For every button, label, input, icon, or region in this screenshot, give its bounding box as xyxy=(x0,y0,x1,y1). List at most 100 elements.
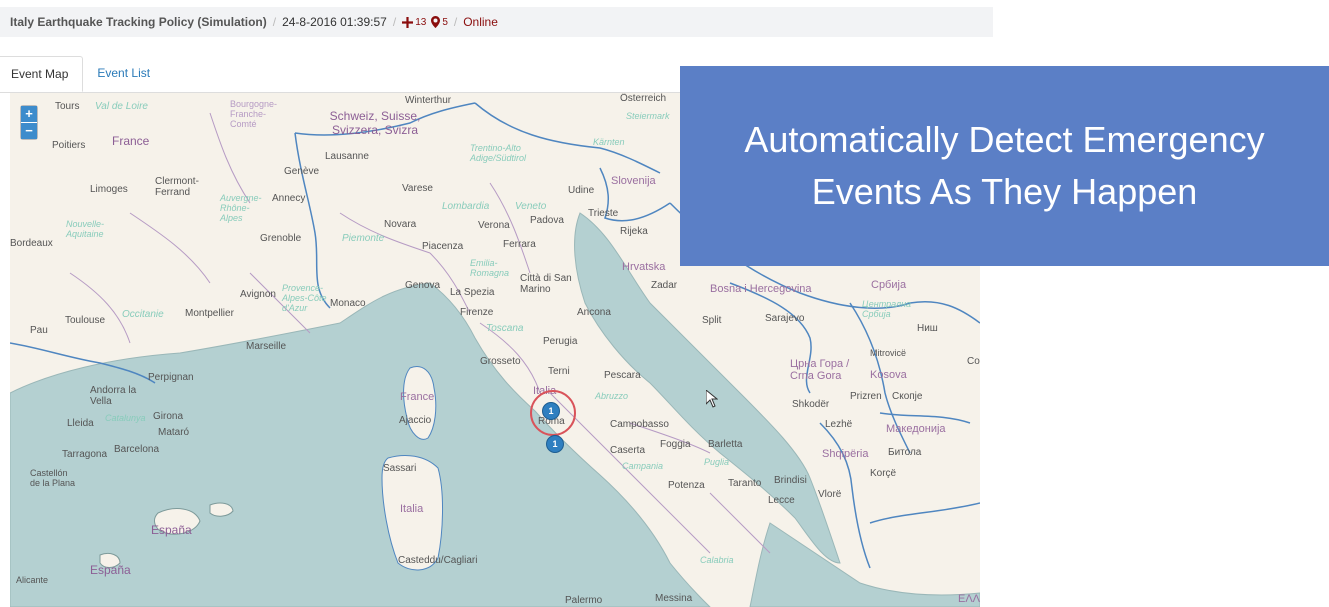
map-label: Ancona xyxy=(577,307,611,318)
plus-count: 13 xyxy=(415,16,427,28)
map-label: Lecce xyxy=(768,495,795,506)
map-label: Perpignan xyxy=(148,372,194,383)
map-label: Abruzzo xyxy=(595,391,629,401)
map-label: Italia xyxy=(400,503,424,515)
zoom-out-button[interactable]: − xyxy=(21,122,37,139)
map-label: Val de Loire xyxy=(95,101,148,112)
zoom-in-button[interactable]: + xyxy=(21,106,37,122)
map-label: Lombardia xyxy=(442,201,490,212)
map-label: Calabria xyxy=(700,555,734,565)
map-label: Bordeaux xyxy=(10,238,53,249)
map-label: Österreich xyxy=(620,93,667,104)
map-label: Messina xyxy=(655,593,693,604)
map-label: France xyxy=(112,134,150,148)
map-label: Monaco xyxy=(330,298,366,309)
map-label: Genova xyxy=(405,280,441,291)
map-label: Zadar xyxy=(651,280,678,291)
tab-event-map[interactable]: Event Map xyxy=(0,56,84,92)
map-label: Occitanie xyxy=(122,309,164,320)
map-label: Shqipëria xyxy=(822,448,869,460)
map-label: Andorra la Vella xyxy=(90,385,137,407)
map-label: Prizren xyxy=(850,391,882,402)
map-label: Marseille xyxy=(246,341,287,352)
policy-title[interactable]: Italy Earthquake Tracking Policy (Simula… xyxy=(10,15,267,29)
map-label: Perugia xyxy=(543,336,578,347)
map-label: Kärnten xyxy=(593,137,625,147)
map-label: España xyxy=(151,523,192,537)
map-label: Poitiers xyxy=(52,140,86,151)
map-label: Catalunya xyxy=(105,413,146,423)
event-cluster-marker[interactable]: 1 xyxy=(546,435,564,453)
map-label: Tarragona xyxy=(62,449,108,460)
map-label: Piacenza xyxy=(422,241,464,252)
promo-line-1: Automatically Detect Emergency xyxy=(744,119,1265,160)
tab-event-list[interactable]: Event List xyxy=(83,56,164,92)
map-label: Lleida xyxy=(67,418,94,429)
zoom-control: + − xyxy=(20,105,38,140)
map-label: Trieste xyxy=(588,208,619,219)
map-pin-icon xyxy=(431,16,441,28)
promo-text: Automatically Detect Emergency Events As… xyxy=(744,114,1264,218)
map-label: Bosna i Hercegovina xyxy=(710,283,812,295)
map-label: Verona xyxy=(478,220,510,231)
map-label: Grosseto xyxy=(480,356,521,367)
map-label: Palermo xyxy=(565,595,603,606)
map-label: Firenze xyxy=(460,307,494,318)
map-label: Varese xyxy=(402,183,433,194)
map-label: Provence-Alpes-Côte d'Azur xyxy=(282,283,327,313)
ionian-sea xyxy=(749,522,980,607)
map-label: Централна Србија xyxy=(862,299,912,319)
map-label: Avignon xyxy=(240,289,276,300)
map-label: Lezhë xyxy=(825,419,853,430)
breadcrumb-datetime: 24-8-2016 01:39:57 xyxy=(282,15,387,29)
breadcrumb-separator: / xyxy=(272,15,277,29)
promo-banner: Automatically Detect Emergency Events As… xyxy=(680,66,1329,266)
map-label: Pescara xyxy=(604,370,641,381)
map-label: Auvergne-Rhône-Alpes xyxy=(220,193,262,223)
map-label: Split xyxy=(702,315,722,326)
country-border-greece xyxy=(869,502,980,524)
map-label: Скопје xyxy=(892,391,923,402)
breadcrumb-separator: / xyxy=(453,15,458,29)
status-badge: Online xyxy=(463,15,498,29)
map-label: Lausanne xyxy=(325,151,369,162)
map-label: Padova xyxy=(530,215,564,226)
map-label: Slovenija xyxy=(611,175,656,187)
map-label: Emilia-Romagna xyxy=(470,258,510,278)
map-label: Taranto xyxy=(728,478,762,489)
map-label: Sarajevo xyxy=(765,313,805,324)
map-label: ΕΛΛ xyxy=(958,593,980,605)
map-label: Trentino-Alto Adige/Südtirol xyxy=(470,143,527,163)
map-label: Campobasso xyxy=(610,419,669,430)
map-label: Castellón de la Plana xyxy=(30,468,76,488)
map-label: Girona xyxy=(153,411,184,422)
map-label: Битола xyxy=(888,447,922,458)
map-label: Rijeka xyxy=(620,226,648,237)
map-label: Piemonte xyxy=(342,233,385,244)
map-label: Pau xyxy=(30,325,48,336)
map-label: Ниш xyxy=(917,323,938,334)
map-label: Kosova xyxy=(870,369,907,381)
map-label: Grenoble xyxy=(260,233,302,244)
map-label: Црна Гора / Crna Gora xyxy=(790,358,850,382)
map-label: Mitrovicë xyxy=(870,348,907,358)
map-label: Potenza xyxy=(668,480,705,491)
map-label: Steiermark xyxy=(626,111,670,121)
map-label: Montpellier xyxy=(185,308,234,319)
map-label: Clermont-Ferrand xyxy=(155,176,199,198)
mouse-cursor-icon xyxy=(705,388,719,413)
event-cluster-marker[interactable]: 1 xyxy=(542,402,560,420)
map-label: France xyxy=(400,391,435,403)
map-label: Korçë xyxy=(870,468,897,479)
menorca xyxy=(209,502,234,517)
map-label: Puglia xyxy=(704,457,730,467)
map-label: Genève xyxy=(284,166,320,177)
breadcrumb: Italy Earthquake Tracking Policy (Simula… xyxy=(0,7,993,37)
map-label: Ajaccio xyxy=(399,415,432,426)
map-label: Campania xyxy=(622,461,664,471)
map-label: España xyxy=(90,563,131,577)
map-label: Vlorë xyxy=(818,489,842,500)
map-label: Sassari xyxy=(383,463,417,474)
map-label: Veneto xyxy=(515,201,547,212)
map-label: Alicante xyxy=(16,575,49,585)
